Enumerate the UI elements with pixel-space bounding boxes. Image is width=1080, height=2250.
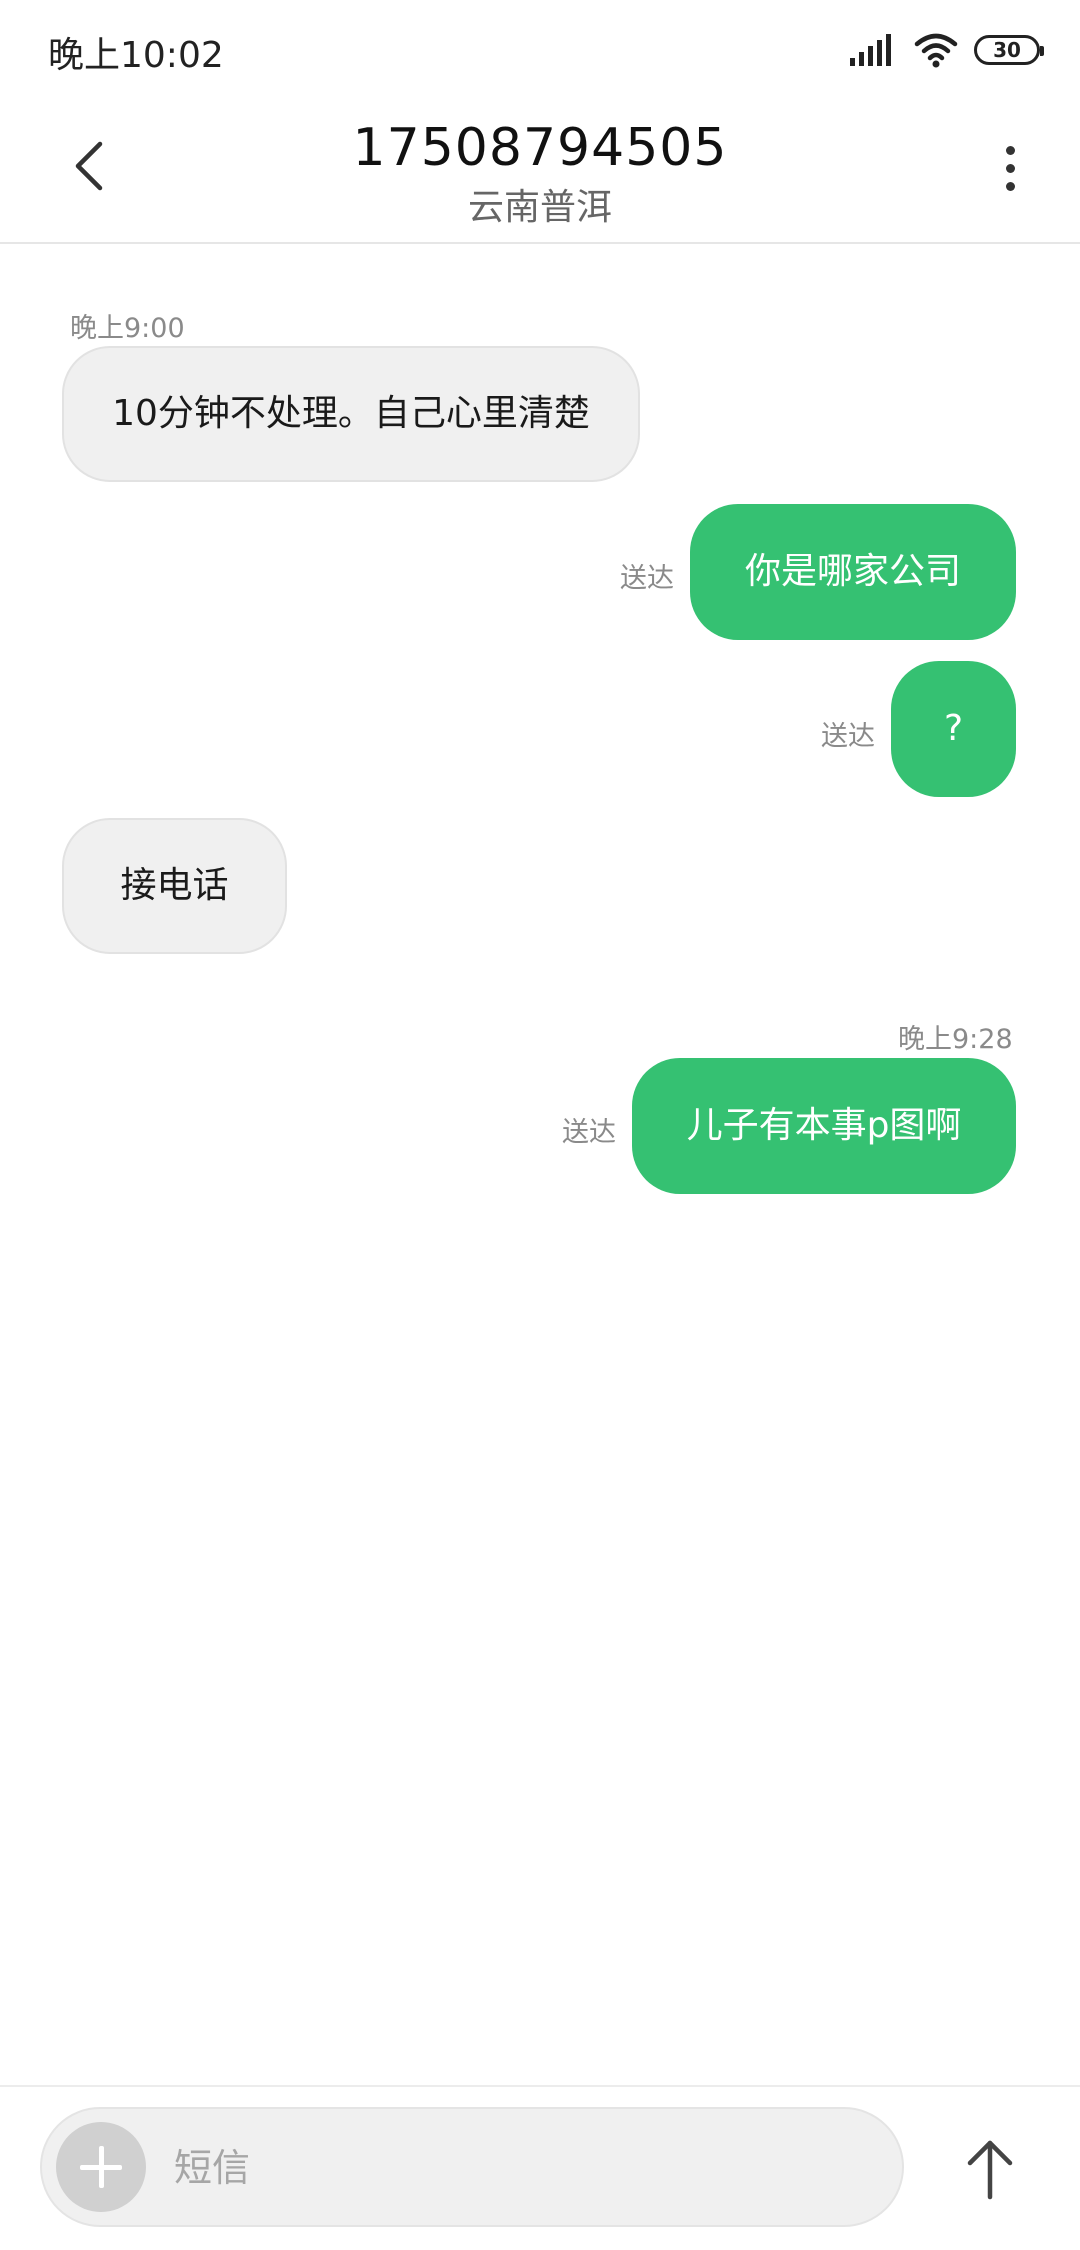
message-list[interactable]: 晚上9:00 10分钟不处理。自己心里清楚 送达 你是哪家公司 送达 ? 接电话… bbox=[0, 244, 1080, 2084]
more-options-button[interactable] bbox=[980, 136, 1040, 200]
incoming-message[interactable]: 10分钟不处理。自己心里清楚 bbox=[62, 346, 640, 482]
message-timestamp: 晚上9:28 bbox=[898, 1024, 1013, 1055]
contact-location: 云南普洱 bbox=[467, 187, 612, 228]
status-time: 晚上10:02 bbox=[48, 35, 224, 76]
status-bar: 晚上10:02 30 bbox=[0, 0, 1080, 100]
add-attachment-button[interactable] bbox=[56, 2122, 146, 2212]
conversation-header: 17508794505 云南普洱 bbox=[0, 100, 1080, 244]
compose-field bbox=[40, 2107, 904, 2227]
more-vertical-icon bbox=[1006, 146, 1015, 155]
delivery-status: 送达 bbox=[620, 563, 674, 594]
send-button[interactable] bbox=[960, 2135, 1020, 2203]
signal-icon bbox=[850, 34, 891, 66]
status-icons: 30 bbox=[850, 30, 1044, 70]
arrow-up-icon bbox=[967, 2140, 1013, 2200]
message-input[interactable] bbox=[172, 2109, 876, 2227]
battery-level: 30 bbox=[993, 38, 1021, 62]
contact-number: 17508794505 bbox=[352, 118, 728, 178]
battery-icon: 30 bbox=[974, 35, 1044, 65]
outgoing-message[interactable]: 儿子有本事p图啊 bbox=[632, 1058, 1016, 1194]
message-timestamp: 晚上9:00 bbox=[70, 313, 185, 344]
incoming-message[interactable]: 接电话 bbox=[62, 818, 287, 954]
outgoing-message[interactable]: 你是哪家公司 bbox=[690, 504, 1016, 640]
wifi-icon bbox=[914, 33, 958, 68]
outgoing-message[interactable]: ? bbox=[891, 661, 1016, 797]
compose-bar bbox=[0, 2085, 1080, 2250]
delivery-status: 送达 bbox=[562, 1117, 616, 1148]
delivery-status: 送达 bbox=[821, 721, 875, 752]
